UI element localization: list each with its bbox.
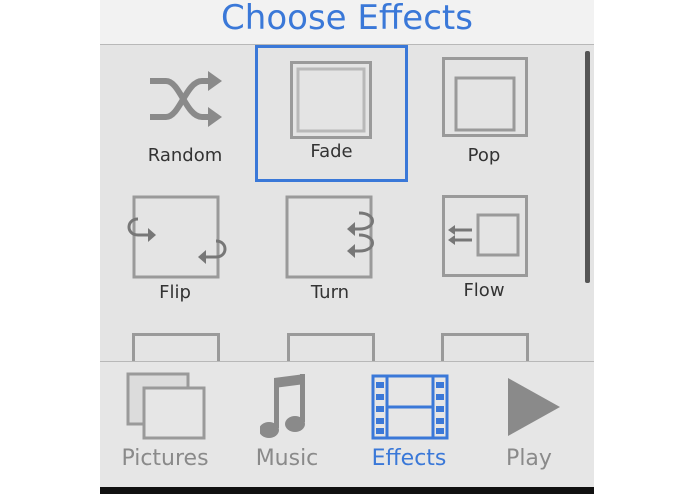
effect-thumbnail xyxy=(441,333,529,361)
tab-pictures[interactable]: Pictures xyxy=(110,362,220,488)
turn-icon xyxy=(285,195,374,279)
bottom-edge xyxy=(100,487,594,494)
effect-label: Pop xyxy=(467,145,501,166)
play-icon xyxy=(508,378,560,436)
tab-label: Effects xyxy=(371,446,447,471)
pictures-icon xyxy=(126,372,206,440)
effect-thumbnail xyxy=(132,333,220,361)
tab-label: Pictures xyxy=(121,446,209,471)
effect-tile-partial[interactable] xyxy=(419,333,569,361)
flip-icon xyxy=(127,195,227,279)
effect-tile-partial[interactable] xyxy=(110,333,260,361)
effect-tile-turn[interactable]: Turn xyxy=(255,193,405,323)
effects-grid[interactable]: Random Fade Pop Flip Turn Flow xyxy=(100,45,594,361)
effect-thumbnail xyxy=(287,333,375,361)
tab-label: Play xyxy=(506,446,552,471)
effect-tile-partial[interactable] xyxy=(265,333,415,361)
effect-label: Flow xyxy=(463,280,505,301)
effect-label: Random xyxy=(147,145,223,166)
effect-tile-flow[interactable]: Flow xyxy=(409,193,559,323)
effect-label: Turn xyxy=(310,282,350,303)
tab-bar: Pictures Music Effects Play xyxy=(100,361,594,488)
scrollbar[interactable] xyxy=(585,51,590,283)
effect-tile-random[interactable]: Random xyxy=(110,47,260,177)
header: Choose Effects xyxy=(100,0,594,45)
tab-label: Music xyxy=(255,446,319,471)
effect-tile-flip[interactable]: Flip xyxy=(100,193,250,323)
shuffle-icon xyxy=(150,71,222,127)
tab-play[interactable]: Play xyxy=(474,362,584,488)
page-title: Choose Effects xyxy=(221,0,473,38)
effects-screen: Choose Effects Random Fade Pop Flip Turn… xyxy=(100,0,594,494)
effect-label: Fade xyxy=(310,141,353,162)
tab-effects[interactable]: Effects xyxy=(354,362,464,488)
effect-label: Flip xyxy=(159,282,191,303)
effect-tile-pop[interactable]: Pop xyxy=(409,47,559,177)
pop-icon xyxy=(442,57,528,137)
fade-icon xyxy=(290,61,372,139)
flow-icon xyxy=(442,195,528,277)
effect-tile-fade[interactable]: Fade xyxy=(255,45,408,182)
music-note-icon xyxy=(260,374,305,438)
tab-music[interactable]: Music xyxy=(232,362,342,488)
film-strip-icon xyxy=(371,374,449,440)
